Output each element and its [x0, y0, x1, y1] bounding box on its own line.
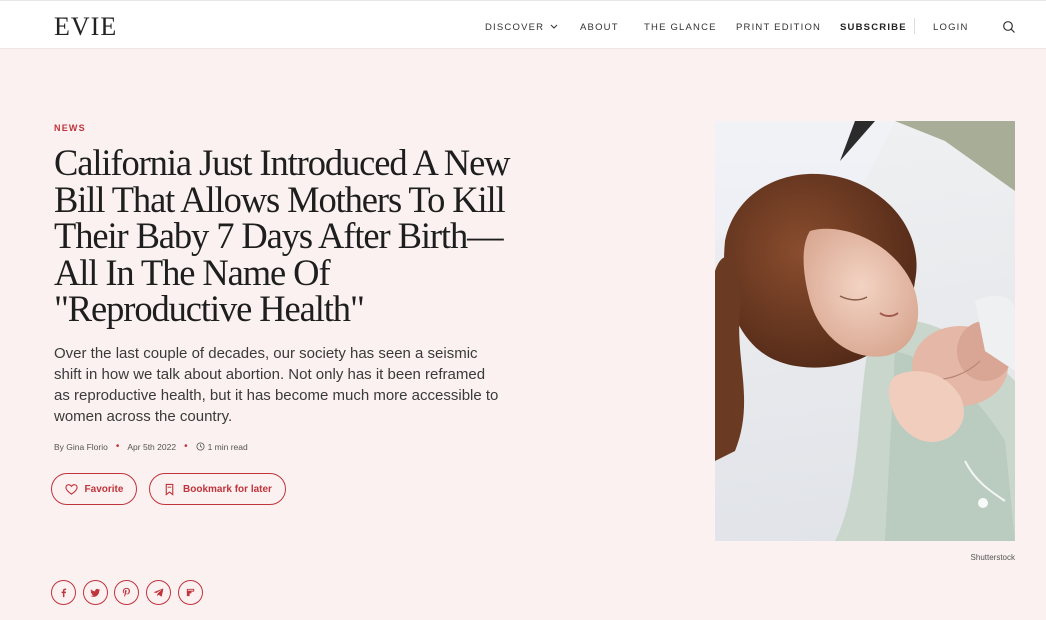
share-twitter-button[interactable] — [83, 580, 108, 605]
nav-about[interactable]: ABOUT — [580, 22, 619, 33]
article-headline: California Just Introduced A New Bill Th… — [54, 142, 511, 329]
article-read-time: 1 min read — [207, 441, 248, 452]
bookmark-icon — [165, 483, 174, 496]
meta-separator: • — [115, 441, 120, 452]
search-icon[interactable] — [1002, 20, 1016, 34]
nav-print-edition[interactable]: PRINT EDITION — [736, 22, 821, 33]
nav-the-glance[interactable]: THE GLANCE — [644, 22, 717, 33]
heart-icon — [64, 483, 78, 495]
chevron-down-icon — [550, 24, 558, 29]
clock-icon — [196, 442, 205, 451]
site-header: EVIE DISCOVER ABOUT THE GLANCE PRINT EDI… — [0, 0, 1046, 49]
share-facebook-button[interactable] — [51, 580, 76, 605]
share-pinterest-button[interactable] — [114, 580, 139, 605]
article-hero-image — [715, 121, 1015, 541]
bookmark-button[interactable]: Bookmark for later — [149, 473, 286, 505]
article-dek: Over the last couple of decades, our soc… — [54, 345, 499, 425]
favorite-button[interactable]: Favorite — [51, 473, 137, 505]
pinterest-icon — [122, 587, 130, 597]
site-logo[interactable]: EVIE — [54, 12, 117, 42]
nav-subscribe[interactable]: SUBSCRIBE — [840, 22, 907, 33]
nav-discover[interactable]: DISCOVER — [485, 22, 558, 33]
bookmark-label: Bookmark for later — [183, 483, 272, 495]
telegram-icon — [153, 588, 164, 597]
article-author[interactable]: By Gina Florio — [54, 442, 108, 452]
share-flipboard-button[interactable] — [178, 580, 203, 605]
article-date: Apr 5th 2022 — [127, 441, 177, 452]
meta-separator: • — [184, 441, 188, 452]
flipboard-icon — [186, 588, 195, 597]
image-credit: Shutterstock — [970, 553, 1015, 562]
nav-discover-label: DISCOVER — [485, 22, 545, 33]
article-category[interactable]: NEWS — [54, 123, 86, 133]
nav-login[interactable]: LOGIN — [933, 22, 969, 33]
nav-divider — [914, 18, 915, 34]
share-telegram-button[interactable] — [146, 580, 171, 605]
article-meta: By Gina Florio • Apr 5th 2022 • 1 min re… — [54, 441, 248, 452]
facebook-icon — [61, 588, 67, 598]
twitter-icon — [90, 588, 101, 597]
favorite-label: Favorite — [84, 483, 124, 495]
